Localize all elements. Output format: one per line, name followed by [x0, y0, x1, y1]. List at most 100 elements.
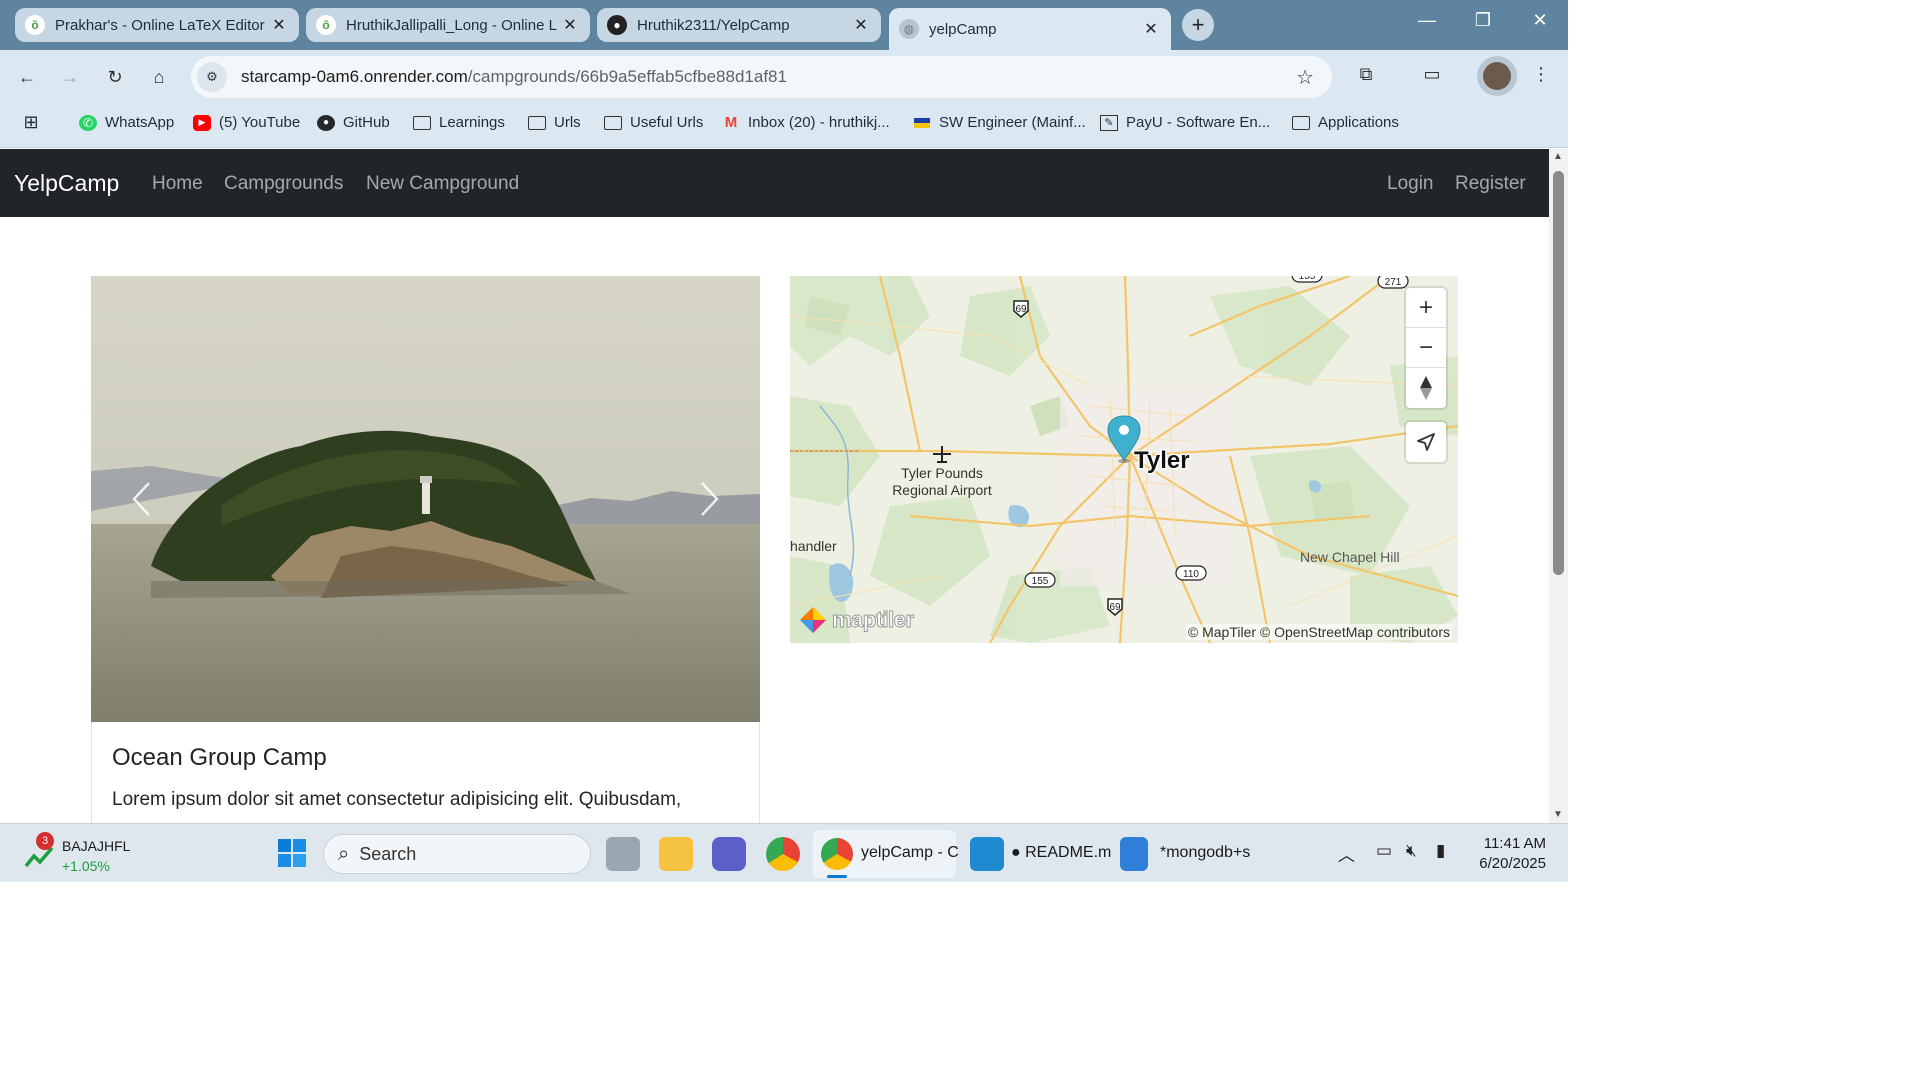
tab-overleaf-2[interactable]: ō HruthikJallipalli_Long - Online L ✕ [306, 8, 590, 42]
close-icon[interactable]: ✕ [560, 15, 580, 35]
vscode-window-label[interactable]: ● README.m [1011, 844, 1111, 862]
chrome-profile-icon[interactable] [766, 837, 800, 871]
bookmark-github[interactable]: ● GitHub [317, 114, 390, 131]
search-label: Search [359, 843, 417, 864]
restore-icon[interactable]: ❐ [1468, 10, 1498, 31]
bookmark-star-icon[interactable]: ☆ [1296, 65, 1314, 90]
bookmark-sw-engineer[interactable]: SW Engineer (Mainf... [913, 114, 1086, 131]
folder-icon [413, 115, 431, 131]
map-canvas: 69 155 110 69 271 155 Tyler Pounds Regio… [790, 276, 1458, 643]
speaker-muted-icon[interactable]: 🔇︎ [1406, 841, 1417, 861]
minimize-icon[interactable]: — [1412, 10, 1442, 31]
vscode-icon[interactable] [970, 837, 1004, 871]
clock-time: 11:41 AM [1483, 835, 1546, 852]
bookmark-youtube[interactable]: ▶ (5) YouTube [193, 114, 300, 131]
close-icon[interactable]: ✕ [269, 15, 289, 35]
task-view-icon[interactable] [606, 837, 640, 871]
bookmark-label: SW Engineer (Mainf... [939, 114, 1086, 131]
file-explorer-icon[interactable] [659, 837, 693, 871]
gmail-icon: M [724, 114, 738, 131]
bookmark-whatsapp[interactable]: ✆ WhatsApp [79, 114, 174, 131]
close-icon[interactable]: ✕ [1141, 19, 1161, 39]
notepad-window-label[interactable]: *mongodb+s [1160, 844, 1250, 862]
bookmark-label: Learnings [439, 114, 505, 131]
shield-label: 110 [1183, 569, 1199, 580]
scroll-thumb[interactable] [1553, 171, 1564, 575]
chevron-left-icon [132, 482, 150, 516]
bookmark-payu[interactable]: ✎ PayU - Software En... [1100, 114, 1270, 131]
network-icon[interactable]: ▭ [1376, 841, 1392, 861]
back-icon[interactable]: ← [14, 64, 40, 90]
reload-icon[interactable]: ↻ [102, 64, 128, 90]
extensions-icon[interactable]: ⧉ [1352, 64, 1380, 85]
chrome-icon [821, 838, 853, 870]
zoom-in-icon[interactable]: + [1406, 288, 1446, 328]
profile-avatar[interactable] [1477, 56, 1517, 96]
maptiler-logo[interactable]: maptiler [798, 605, 915, 635]
bookmark-label: PayU - Software En... [1126, 114, 1271, 131]
forward-icon[interactable]: → [57, 64, 83, 90]
page-scrollbar[interactable]: ▲ ▼ [1549, 149, 1568, 823]
stock-widget[interactable]: 3 BAJAJHFL +1.05% [24, 832, 130, 876]
battery-icon[interactable]: ▮ [1436, 841, 1445, 861]
zoom-out-icon[interactable]: − [1406, 328, 1446, 368]
nav-campgrounds-link[interactable]: Campgrounds [224, 173, 343, 195]
compass-icon[interactable] [1406, 368, 1446, 408]
close-window-icon[interactable]: ✕ [1525, 10, 1555, 31]
tray-overflow-icon[interactable]: ︿ [1338, 841, 1355, 866]
tab-github[interactable]: ● Hruthik2311/YelpCamp ✕ [597, 8, 881, 42]
campground-title: Ocean Group Camp [112, 744, 327, 771]
pen-icon: ✎ [1100, 114, 1118, 131]
notepad-icon[interactable] [1120, 837, 1148, 871]
chevron-right-icon [701, 482, 719, 516]
tab-search-icon[interactable]: ▭ [1418, 64, 1446, 85]
brand-link[interactable]: YelpCamp [14, 170, 119, 197]
bookmark-gmail[interactable]: M Inbox (20) - hruthikj... [722, 114, 890, 131]
address-bar[interactable]: ⚙ starcamp-0am6.onrender.com/campgrounds… [191, 56, 1332, 98]
app-navbar: YelpCamp Home Campgrounds New Campground… [0, 149, 1549, 217]
nav-login-link[interactable]: Login [1387, 173, 1434, 195]
bookmark-folder-learnings[interactable]: Learnings [413, 114, 505, 131]
carousel-prev-button[interactable] [121, 476, 161, 522]
new-tab-button[interactable]: + [1182, 9, 1214, 41]
geolocate-icon[interactable] [1406, 422, 1446, 462]
campground-photo [91, 276, 760, 722]
map-label-town: New Chapel Hill [1300, 549, 1400, 565]
teams-icon[interactable] [712, 837, 746, 871]
bookmark-folder-useful-urls[interactable]: Useful Urls [604, 114, 703, 131]
search-icon: ⌕ [338, 842, 350, 865]
clock-date: 6/20/2025 [1479, 855, 1546, 872]
system-clock[interactable]: 11:41 AM 6/20/2025 [1474, 834, 1546, 874]
close-icon[interactable]: ✕ [851, 15, 871, 35]
tab-yelpcamp[interactable]: ◍ yelpCamp ✕ [889, 8, 1171, 50]
nav-register-link[interactable]: Register [1455, 173, 1526, 195]
shield-label: 155 [1299, 276, 1316, 282]
taskbar-search-input[interactable]: ⌕ Search [323, 834, 591, 874]
overleaf-icon: ō [25, 15, 45, 35]
page-viewport: YelpCamp Home Campgrounds New Campground… [0, 149, 1549, 823]
tab-title: Prakhar's - Online LaTeX Editor [55, 16, 265, 34]
start-button[interactable] [277, 838, 307, 868]
folder-icon [1292, 115, 1310, 131]
menu-icon[interactable]: ⋮ [1527, 64, 1555, 85]
folder-icon [604, 115, 622, 131]
home-icon[interactable]: ⌂ [146, 64, 172, 90]
carousel-next-button[interactable] [690, 476, 730, 522]
browser-toolbar: ← → ↻ ⌂ ⚙ starcamp-0am6.onrender.com/cam… [0, 50, 1568, 104]
apps-grid-icon[interactable]: ⊞ [22, 112, 48, 132]
bookmark-folder-urls[interactable]: Urls [528, 114, 581, 131]
bookmark-folder-applications[interactable]: Applications [1292, 114, 1399, 131]
campground-map[interactable]: 69 155 110 69 271 155 Tyler Pounds Regio… [790, 276, 1458, 643]
scroll-up-icon[interactable]: ▲ [1553, 151, 1563, 162]
url-text[interactable]: starcamp-0am6.onrender.com/campgrounds/6… [241, 67, 787, 87]
url-host: starcamp-0am6.onrender.com [241, 67, 468, 86]
map-attribution[interactable]: © MapTiler © OpenStreetMap contributors [1185, 624, 1452, 640]
nav-new-campground-link[interactable]: New Campground [366, 173, 519, 195]
scroll-down-icon[interactable]: ▼ [1553, 809, 1563, 820]
site-info-icon[interactable]: ⚙ [197, 62, 227, 92]
bookmark-label: Applications [1318, 114, 1399, 131]
bookmark-label: Urls [554, 114, 581, 131]
shield-label: 155 [1032, 576, 1049, 587]
nav-home-link[interactable]: Home [152, 173, 203, 195]
tab-overleaf-1[interactable]: ō Prakhar's - Online LaTeX Editor ✕ [15, 8, 299, 42]
